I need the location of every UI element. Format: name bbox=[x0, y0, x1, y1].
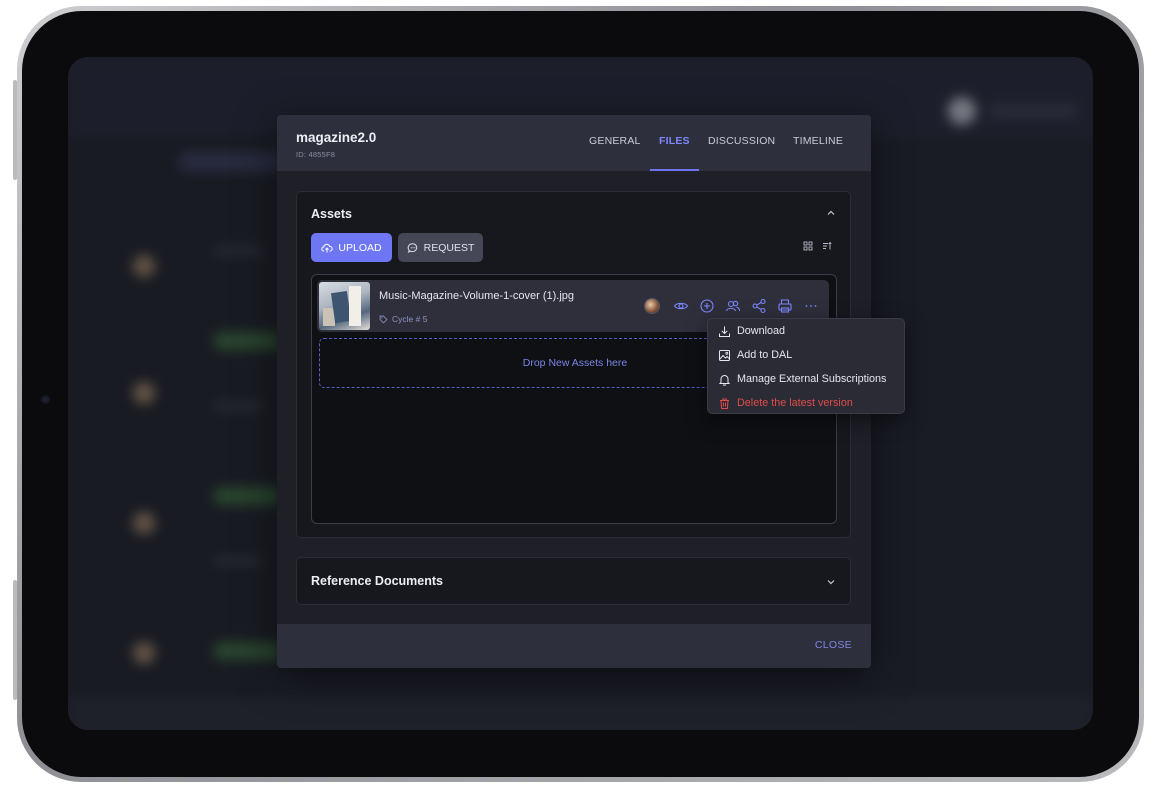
image-add-icon bbox=[719, 349, 730, 361]
file-tag: Cycle # 5 bbox=[379, 314, 427, 324]
chevron-down-icon[interactable] bbox=[826, 577, 836, 587]
file-cycle: Cycle # 5 bbox=[392, 314, 428, 324]
tab-files[interactable]: FILES bbox=[659, 135, 690, 147]
tag-icon bbox=[379, 315, 388, 323]
active-tab-indicator bbox=[650, 169, 699, 171]
tab-general[interactable]: GENERAL bbox=[589, 135, 641, 147]
share-icon[interactable] bbox=[751, 298, 767, 314]
tab-timeline[interactable]: TIMELINE bbox=[793, 135, 843, 147]
modal-footer: CLOSE bbox=[277, 624, 871, 668]
file-name[interactable]: Music-Magazine-Volume-1-cover (1).jpg bbox=[379, 290, 574, 302]
download-icon bbox=[719, 326, 730, 337]
menu-item-label: Add to DAL bbox=[737, 349, 793, 361]
chat-icon bbox=[407, 242, 417, 253]
bell-icon bbox=[718, 374, 731, 386]
assets-title: Assets bbox=[311, 207, 352, 221]
view-controls bbox=[803, 241, 832, 251]
upload-button[interactable]: UPLOAD bbox=[311, 233, 392, 262]
eye-icon[interactable] bbox=[673, 298, 689, 314]
side-button bbox=[13, 580, 17, 700]
context-menu: Download Add to DAL Manage External Subs… bbox=[707, 318, 905, 414]
modal-id: ID: 4855F8 bbox=[296, 150, 336, 159]
modal-header: magazine2.0 ID: 4855F8 GENERAL FILES DIS… bbox=[277, 115, 871, 171]
menu-item-manage-subscriptions[interactable]: Manage External Subscriptions bbox=[718, 370, 886, 388]
sort-icon[interactable] bbox=[822, 241, 832, 251]
more-icon[interactable] bbox=[803, 298, 819, 314]
reference-title: Reference Documents bbox=[311, 574, 443, 588]
tab-discussion[interactable]: DISCUSSION bbox=[708, 135, 775, 147]
menu-item-label: Delete the latest version bbox=[737, 397, 853, 409]
camera bbox=[41, 395, 50, 404]
grid-view-icon[interactable] bbox=[803, 241, 813, 251]
avatar[interactable] bbox=[644, 298, 660, 314]
print-icon[interactable] bbox=[777, 298, 793, 314]
close-button[interactable]: CLOSE bbox=[815, 639, 852, 651]
reference-documents-panel[interactable]: Reference Documents bbox=[296, 557, 851, 605]
request-label: REQUEST bbox=[423, 241, 475, 254]
side-button bbox=[13, 80, 17, 180]
file-actions bbox=[673, 298, 819, 314]
chevron-up-icon[interactable] bbox=[826, 208, 836, 218]
add-circle-icon[interactable] bbox=[699, 298, 715, 314]
trash-icon bbox=[720, 398, 729, 409]
modal-title: magazine2.0 bbox=[296, 130, 377, 145]
screen: magazine2.0 ID: 4855F8 GENERAL FILES DIS… bbox=[68, 57, 1093, 730]
upload-label: UPLOAD bbox=[338, 241, 382, 254]
menu-item-download[interactable]: Download bbox=[718, 322, 785, 340]
menu-item-add-to-dal[interactable]: Add to DAL bbox=[718, 346, 792, 364]
users-icon[interactable] bbox=[725, 298, 741, 314]
menu-item-label: Manage External Subscriptions bbox=[737, 373, 887, 385]
menu-item-delete-latest[interactable]: Delete the latest version bbox=[718, 394, 853, 412]
file-thumbnail[interactable] bbox=[319, 282, 370, 330]
request-button[interactable]: REQUEST bbox=[398, 233, 483, 262]
cloud-upload-icon bbox=[321, 243, 334, 252]
menu-item-label: Download bbox=[737, 325, 786, 337]
